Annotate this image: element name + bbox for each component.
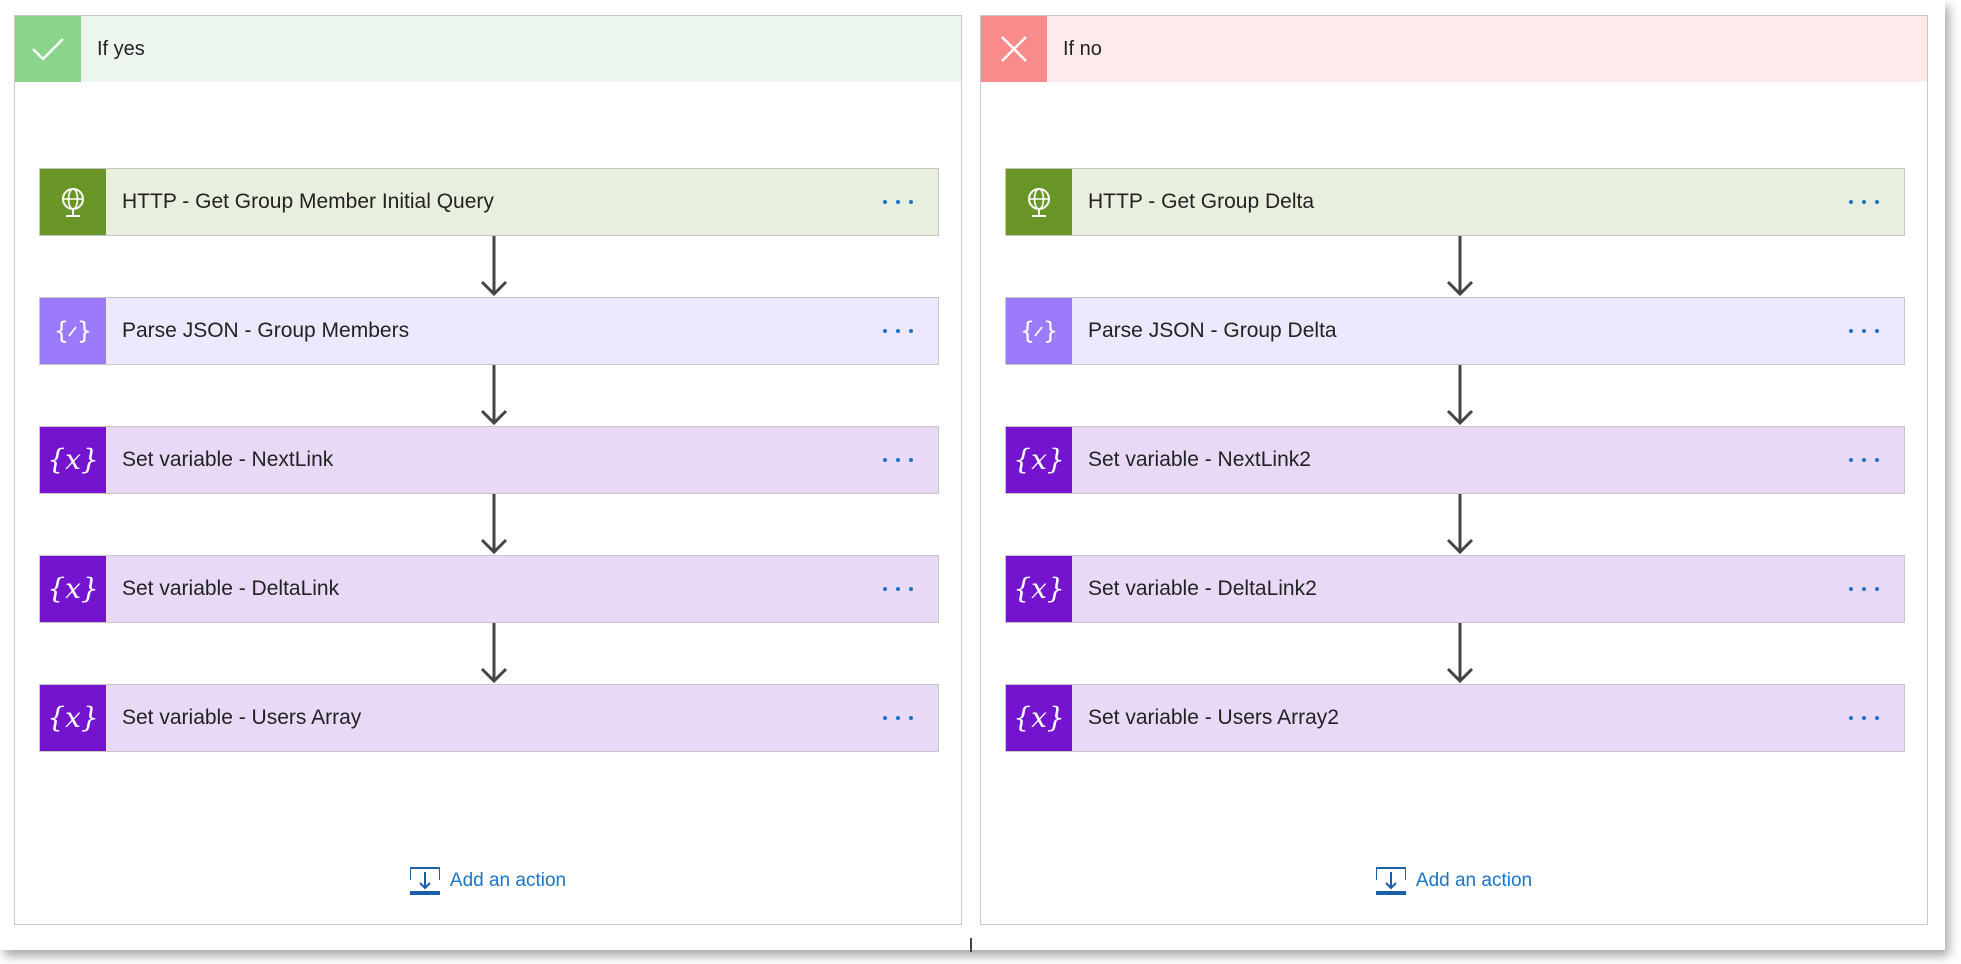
action-card[interactable]: {x} Set variable - DeltaLink — [39, 555, 939, 623]
action-card[interactable]: HTTP - Get Group Delta — [1005, 168, 1905, 236]
action-card[interactable]: {x} Set variable - Users Array2 — [1005, 684, 1905, 752]
action-card[interactable]: { } Parse JSON - Group Delta — [1005, 297, 1905, 365]
action-label: Parse JSON - Group Members — [122, 319, 410, 342]
globe-icon — [40, 169, 106, 235]
action-label: Set variable - Users Array — [122, 706, 362, 729]
branch-title: If yes — [97, 37, 145, 60]
more-options-icon[interactable] — [1834, 328, 1894, 334]
more-options-icon[interactable] — [868, 199, 928, 205]
branch-header-no[interactable]: If no — [981, 16, 1927, 82]
action-label: HTTP - Get Group Delta — [1088, 190, 1315, 213]
action-card[interactable]: HTTP - Get Group Member Initial Query — [39, 168, 939, 236]
variable-icon: {x} — [40, 685, 106, 751]
add-action-button[interactable]: Add an action — [981, 866, 1927, 896]
connector-arrow-icon — [480, 623, 508, 684]
variable-icon: {x} — [1006, 685, 1072, 751]
parse-json-icon: { } — [1006, 298, 1072, 364]
branch-if-yes: If yes HTTP - Get Group Member Initial Q… — [14, 15, 962, 925]
action-card[interactable]: {x} Set variable - NextLink2 — [1005, 426, 1905, 494]
svg-text:{x}: {x} — [49, 701, 97, 734]
close-icon — [981, 16, 1047, 82]
svg-text:{x}: {x} — [1015, 572, 1063, 605]
branch-title: If no — [1063, 37, 1102, 60]
more-options-icon[interactable] — [1834, 715, 1894, 721]
more-options-icon[interactable] — [868, 328, 928, 334]
svg-text:{x}: {x} — [1015, 443, 1063, 476]
variable-icon: {x} — [40, 427, 106, 493]
connector-arrow-icon — [480, 494, 508, 555]
action-card[interactable]: {x} Set variable - NextLink — [39, 426, 939, 494]
variable-icon: {x} — [1006, 427, 1072, 493]
add-action-button[interactable]: Add an action — [15, 866, 961, 896]
connector-arrow-icon — [1446, 494, 1474, 555]
more-options-icon[interactable] — [1834, 457, 1894, 463]
action-label: Set variable - Users Array2 — [1088, 706, 1339, 729]
branch-header-yes[interactable]: If yes — [15, 16, 961, 82]
connector-arrow-icon — [480, 365, 508, 426]
action-label: Set variable - DeltaLink — [122, 577, 340, 600]
svg-text:{x}: {x} — [49, 572, 97, 605]
action-label: Set variable - DeltaLink2 — [1088, 577, 1317, 600]
action-label: Parse JSON - Group Delta — [1088, 319, 1337, 342]
add-action-icon — [1375, 867, 1406, 895]
more-options-icon[interactable] — [868, 457, 928, 463]
more-options-icon[interactable] — [868, 715, 928, 721]
action-card[interactable]: { } Parse JSON - Group Members — [39, 297, 939, 365]
connector-line — [970, 938, 972, 952]
connector-arrow-icon — [1446, 236, 1474, 297]
more-options-icon[interactable] — [1834, 199, 1894, 205]
add-action-icon — [409, 867, 440, 895]
action-label: HTTP - Get Group Member Initial Query — [122, 190, 494, 213]
svg-text:{x}: {x} — [49, 443, 97, 476]
add-action-label: Add an action — [449, 870, 567, 891]
more-options-icon[interactable] — [1834, 586, 1894, 592]
svg-text:{x}: {x} — [1015, 701, 1063, 734]
connector-arrow-icon — [480, 236, 508, 297]
variable-icon: {x} — [40, 556, 106, 622]
action-card[interactable]: {x} Set variable - DeltaLink2 — [1005, 555, 1905, 623]
checkmark-icon — [15, 16, 81, 82]
connector-arrow-icon — [1446, 365, 1474, 426]
branch-if-no: If no HTTP - Get Group Delta { } Parse J… — [980, 15, 1928, 925]
action-label: Set variable - NextLink — [122, 448, 334, 471]
variable-icon: {x} — [1006, 556, 1072, 622]
globe-icon — [1006, 169, 1072, 235]
more-options-icon[interactable] — [868, 586, 928, 592]
add-action-label: Add an action — [1415, 870, 1533, 891]
parse-json-icon: { } — [40, 298, 106, 364]
action-label: Set variable - NextLink2 — [1088, 448, 1311, 471]
action-card[interactable]: {x} Set variable - Users Array — [39, 684, 939, 752]
connector-arrow-icon — [1446, 623, 1474, 684]
designer-canvas: If yes HTTP - Get Group Member Initial Q… — [0, 0, 1945, 952]
